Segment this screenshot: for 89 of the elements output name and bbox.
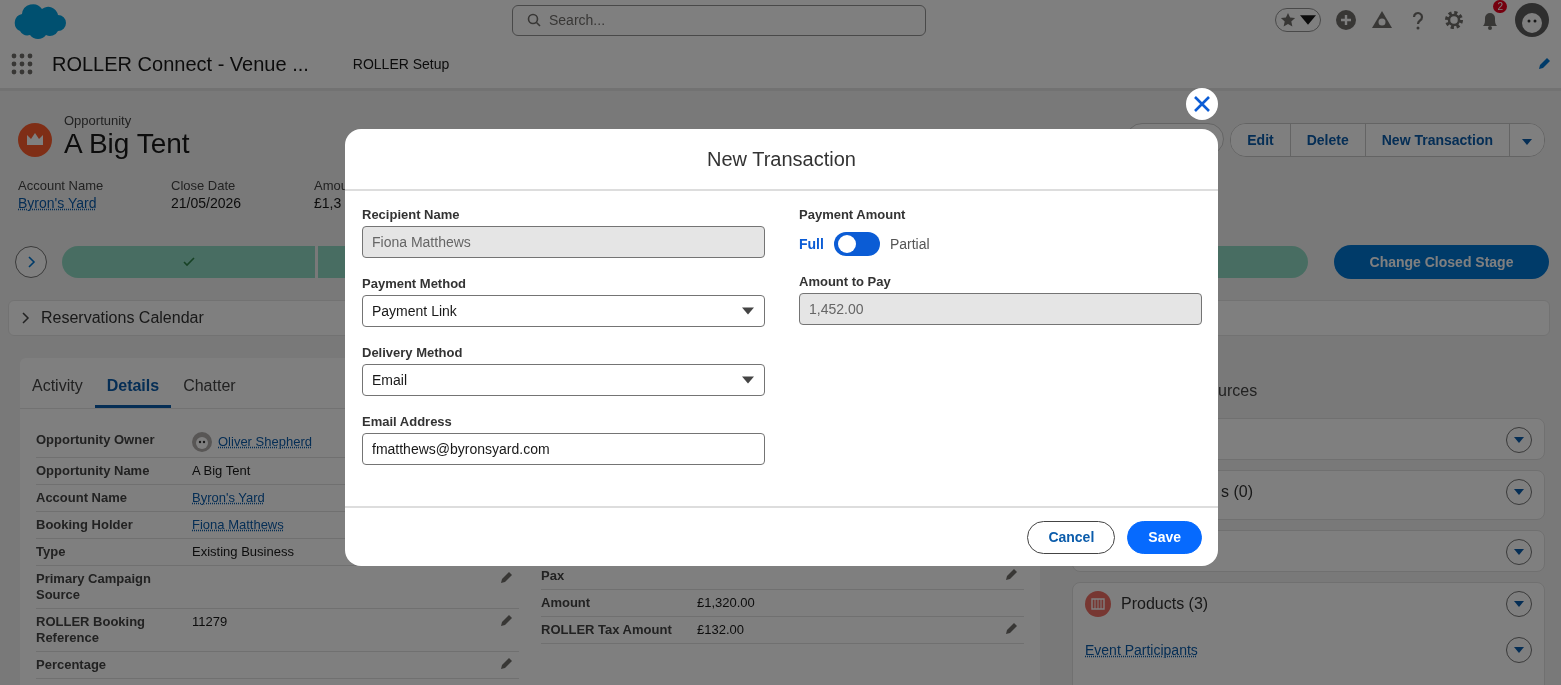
field-label: Primary Campaign Source [36,571,152,603]
highlight-label: Account Name [18,178,105,193]
list-menu-button[interactable] [1506,479,1532,505]
pencil-icon[interactable] [499,614,513,628]
app-launcher-icon[interactable] [10,52,34,76]
field-label: Delivery Method [362,345,464,360]
plus-icon[interactable] [1335,9,1357,31]
save-button[interactable]: Save [1127,520,1202,554]
star-icon [1280,12,1296,28]
field-label: Opportunity Owner [36,432,156,448]
close-icon [1193,95,1211,113]
field-label: Amount to Pay [799,274,892,289]
caret-icon [1514,647,1524,653]
search-icon [527,13,541,27]
record-link[interactable]: Byron's Yard [192,490,265,506]
mountain-icon[interactable] [1371,9,1393,31]
app-name: ROLLER Connect - Venue ... [52,52,309,76]
field-label: Amount [541,595,592,611]
pencil-icon[interactable] [499,571,513,585]
crown-icon [18,123,52,157]
check-icon [181,255,196,269]
field-value: Existing Business [192,544,294,560]
field-label: Percentage [36,657,108,673]
field-value: £1,320.00 [697,595,755,611]
caret-icon [1522,139,1532,145]
related-list-title[interactable]: s (0) [1221,483,1253,501]
caret-icon [1514,437,1524,443]
pencil-icon[interactable] [1004,622,1018,636]
record-tab[interactable]: Activity [20,377,95,408]
pencil-icon[interactable] [1537,57,1551,71]
field-label: ROLLER Tax Amount [541,622,673,638]
record-tab[interactable]: Details [94,377,172,408]
field-value: £132.00 [697,622,744,638]
section-title: urces [1218,382,1258,400]
field-label: Pax [541,568,566,584]
caret-icon [742,376,754,384]
list-menu-button[interactable] [1506,539,1532,565]
pencil-icon[interactable] [499,657,513,671]
field-label: Booking Holder [36,517,134,533]
change-stage-button[interactable]: Change Closed Stage [1334,245,1549,279]
record-link[interactable]: Fiona Matthews [192,517,284,533]
pencil-icon[interactable] [1004,568,1018,582]
field-label: Email Address [362,414,453,429]
section-title: Reservations Calendar [41,309,204,327]
field-label: Type [36,544,67,560]
caret-icon [1514,489,1524,495]
field-label: Payment Amount [799,207,907,222]
field-label: ROLLER Booking Reference [36,614,147,646]
dropdown-field[interactable]: Payment Link [362,295,765,327]
action-button[interactable]: Edit [1231,124,1291,156]
toggle-option[interactable]: Partial [889,236,930,252]
modal-title: New Transaction [707,147,856,171]
caret-icon [742,307,754,315]
caret-icon [1514,549,1524,555]
field-label: Opportunity Name [36,463,151,479]
object-type: Opportunity [64,113,133,128]
record-title: A Big Tent [64,128,190,160]
highlight-value: 21/05/2026 [171,195,243,211]
row-menu-button[interactable] [1506,637,1532,663]
list-menu-button[interactable] [1506,427,1532,453]
path-toggle-button[interactable] [15,246,47,278]
user-link[interactable]: Oliver Shepherd [218,434,312,450]
highlight-value: £1,3 [314,195,343,211]
record-tab[interactable]: Chatter [171,377,248,408]
text-field[interactable]: fmatthews@byronsyard.com [362,433,765,465]
field-label: Payment Method [362,276,467,291]
user-avatar [192,432,212,452]
caret-icon [1514,601,1524,607]
list-menu-button[interactable] [1506,591,1532,617]
products-icon [1085,591,1111,617]
cancel-button[interactable]: Cancel [1027,520,1116,554]
nav-tab[interactable]: ROLLER Setup [352,56,450,72]
field-value: A Big Tent [192,463,251,479]
highlight-label: Close Date [171,178,237,193]
related-list-title[interactable]: Products (3) [1121,595,1209,613]
close-button[interactable] [1186,88,1218,120]
dropdown-field[interactable]: Email [362,364,765,396]
field-label: Recipient Name [362,207,461,222]
notification-badge: 2 [1493,0,1507,13]
toggle-switch[interactable] [833,232,880,256]
record-link[interactable]: Event Participants [1085,642,1198,658]
highlight-link[interactable]: Byron's Yard [18,195,171,211]
user-avatar[interactable] [1515,3,1549,37]
search-field[interactable]: Search... [512,4,926,36]
toggle-option[interactable]: Full [799,236,824,252]
field-value: 11279 [192,614,228,630]
settings-icon[interactable] [1443,9,1465,31]
field-label: Account Name [36,490,129,506]
chevron-icon [25,256,37,268]
